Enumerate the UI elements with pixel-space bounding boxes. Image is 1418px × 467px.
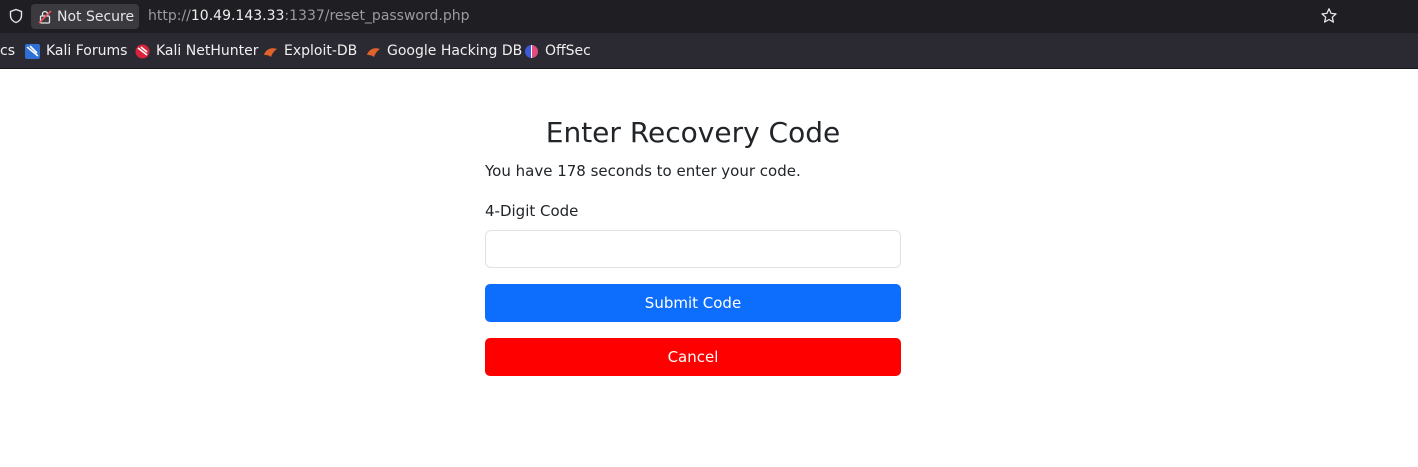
kali-nethunter-icon [135, 44, 150, 58]
url-path: :1337/reset_password.php [284, 8, 470, 24]
bookmarks-toolbar: cs Kali Forums Kali NetHunter Exploit-DB… [0, 33, 1418, 69]
exploit-db-icon [264, 47, 277, 57]
bookmark-exploit-db[interactable]: Exploit-DB [263, 43, 357, 59]
bookmark-kali-forums[interactable]: Kali Forums [25, 43, 127, 59]
bookmark-label: OffSec [545, 43, 591, 59]
bookmark-item[interactable]: cs [0, 43, 15, 59]
address-field[interactable]: http://10.49.143.33:1337/reset_password.… [148, 8, 470, 24]
url-bar: Not Secure http://10.49.143.33:1337/rese… [0, 0, 1418, 33]
insecure-lock-icon [38, 9, 52, 24]
not-secure-indicator[interactable]: Not Secure [31, 4, 139, 29]
shield-icon[interactable] [8, 8, 24, 24]
bookmark-label: Exploit-DB [284, 43, 358, 59]
offsec-icon [525, 44, 538, 58]
page-title: Enter Recovery Code [545, 116, 841, 149]
bookmark-label: cs [0, 43, 15, 59]
not-secure-label: Not Secure [57, 8, 135, 25]
bookmark-label: Google Hacking DB [387, 43, 523, 59]
google-hacking-db-icon [367, 47, 380, 57]
bookmark-label: Kali Forums [46, 43, 128, 59]
cancel-button[interactable]: Cancel [485, 338, 901, 376]
url-host: 10.49.143.33 [190, 8, 285, 24]
kali-forums-icon [25, 43, 40, 59]
url-scheme: http:// [148, 8, 191, 24]
countdown-text: You have 178 seconds to enter your code. [485, 162, 801, 180]
bookmark-google-hacking-db[interactable]: Google Hacking DB [366, 43, 522, 59]
bookmark-offsec[interactable]: OffSec [524, 43, 591, 59]
bookmark-star-icon[interactable] [1320, 7, 1338, 25]
code-input[interactable] [485, 230, 901, 268]
bookmark-kali-nethunter[interactable]: Kali NetHunter [135, 43, 258, 59]
submit-code-button[interactable]: Submit Code [485, 284, 901, 322]
bookmark-label: Kali NetHunter [156, 43, 259, 59]
code-field-label: 4-Digit Code [485, 202, 579, 220]
